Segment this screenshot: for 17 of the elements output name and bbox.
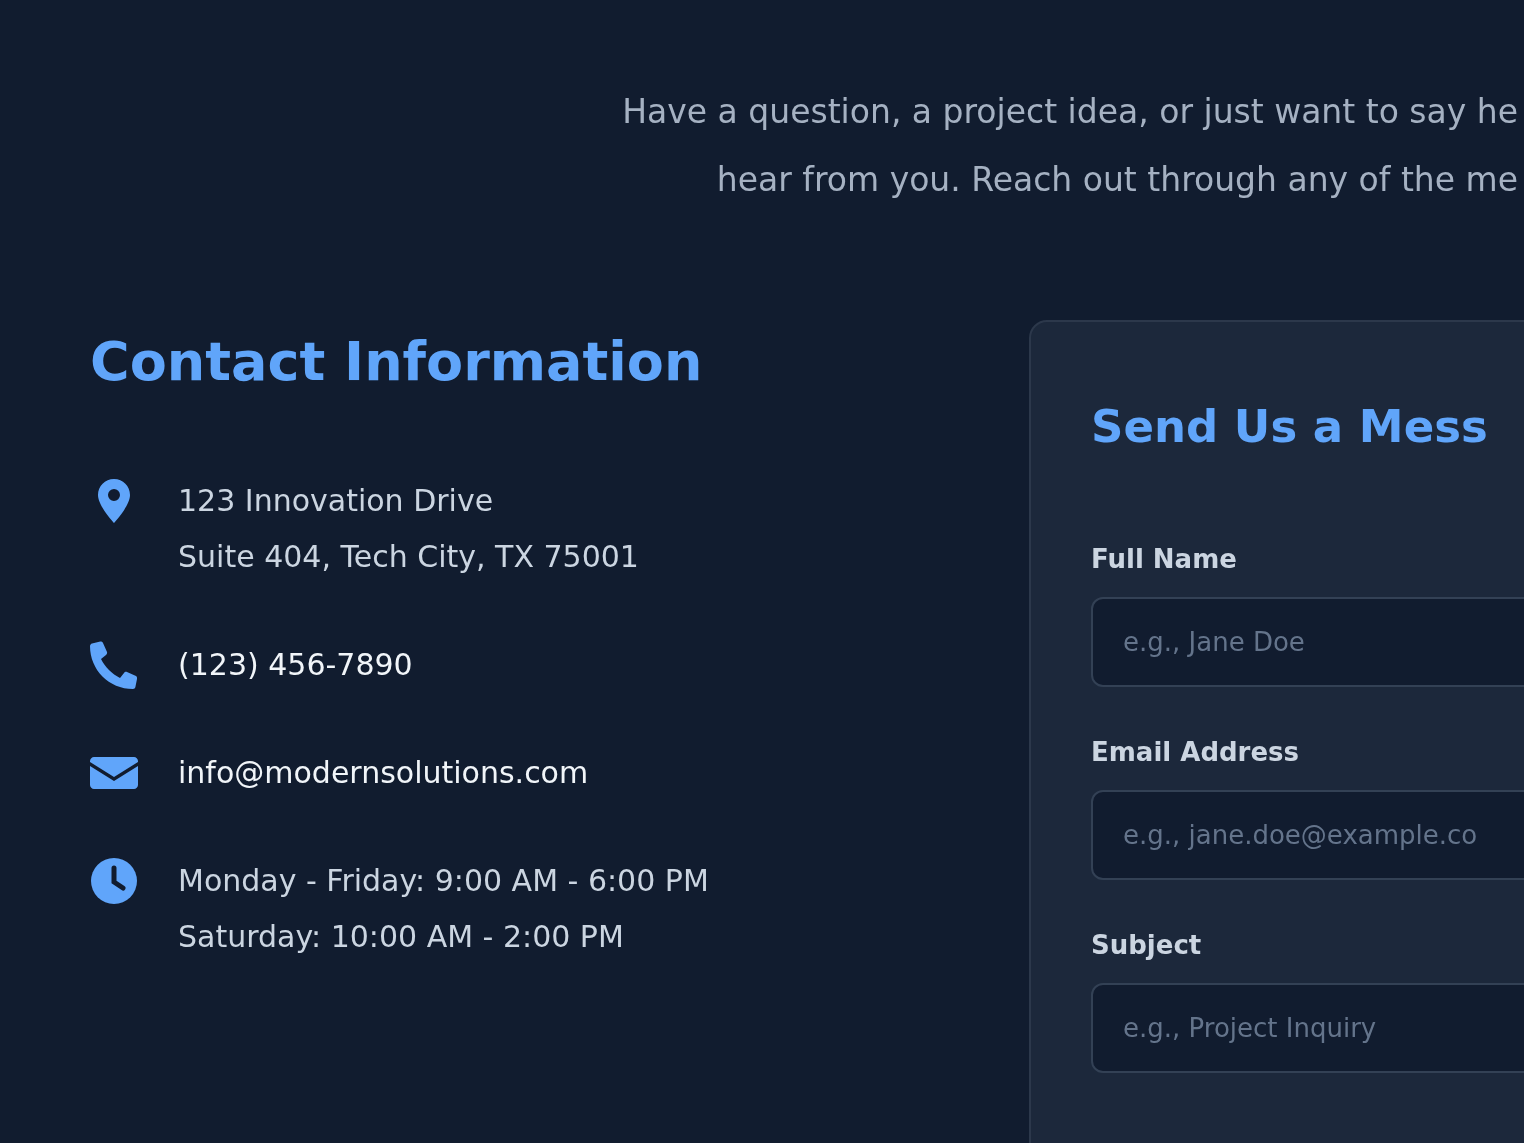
- contact-text: 123 Innovation Drive: [178, 481, 495, 520]
- field-label: Full Name: [1091, 543, 1238, 576]
- input-field[interactable]: e.g., Project Inquiry: [1091, 983, 1524, 1073]
- clock-icon: [90, 856, 138, 905]
- intro-paragraph: Have a question, a project idea, or just want to say he hear from you. Reach out through any of the me: [622, 91, 1519, 201]
- input-field[interactable]: e.g., Jane Doe: [1091, 597, 1524, 687]
- field-label: Email Address: [1091, 736, 1301, 769]
- contact-text: Suite 404, Tech City, TX 75001: [178, 537, 639, 576]
- contact-text: Monday - Friday: 9:00 AM - 6:00 PM: [178, 861, 709, 900]
- phone-icon: [90, 640, 138, 689]
- field-label: Subject: [1091, 929, 1203, 962]
- email-link[interactable]: info@modernsolutions.com: [178, 744, 589, 801]
- contact-text: Saturday: 10:00 AM - 2:00 PM: [178, 917, 625, 956]
- section-heading: Contact Information: [90, 330, 704, 395]
- form-heading: Send Us a Mess: [1091, 400, 1489, 454]
- input-field[interactable]: e.g., jane.doe@example.co: [1091, 790, 1524, 880]
- phone-link[interactable]: (123) 456-7890: [178, 636, 413, 693]
